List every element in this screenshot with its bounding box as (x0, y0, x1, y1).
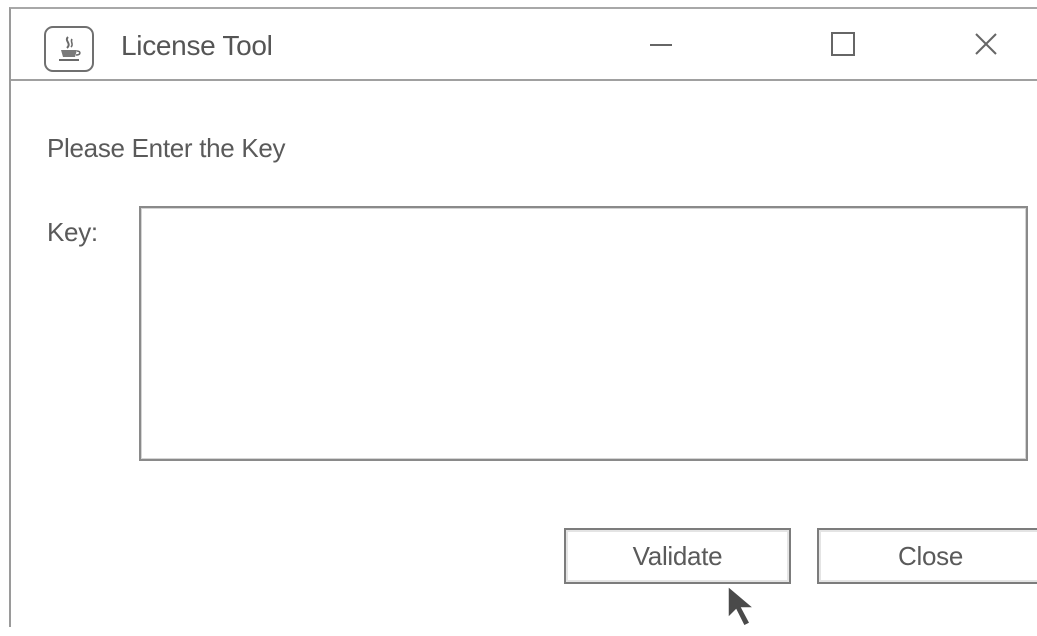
form-heading: Please Enter the Key (47, 133, 286, 163)
close-window-button[interactable] (941, 9, 1031, 79)
java-cup-icon[interactable] (44, 26, 94, 72)
maximize-button[interactable] (798, 9, 888, 79)
license-tool-window: License Tool Please Enter the Key Key: V… (9, 7, 1037, 627)
maximize-icon (831, 32, 855, 56)
minimize-icon (650, 44, 672, 46)
close-icon (975, 33, 997, 55)
minimize-button[interactable] (616, 9, 706, 79)
close-button[interactable]: Close (817, 528, 1037, 584)
key-label: Key: (47, 217, 98, 247)
key-input[interactable] (139, 206, 1028, 461)
title-bar[interactable]: License Tool (11, 9, 1037, 81)
validate-button[interactable]: Validate (564, 528, 791, 584)
window-title: License Tool (121, 30, 273, 61)
